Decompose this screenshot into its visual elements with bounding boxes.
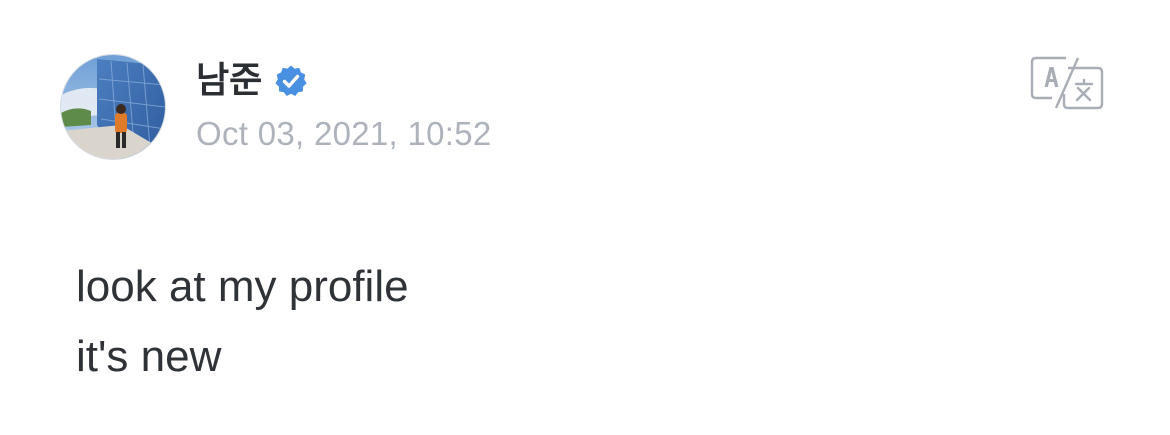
post-card: 남준 Oct 03, 2021, 10:52 look at my profil… [0, 0, 1170, 435]
author-block: 남준 [196, 56, 308, 106]
post-content-line-1: look at my profile [76, 262, 409, 311]
translate-icon [1030, 56, 1104, 110]
author-name[interactable]: 남준 [196, 56, 262, 106]
verified-badge-icon [274, 64, 308, 98]
post-timestamp: Oct 03, 2021, 10:52 [196, 115, 492, 152]
author-avatar[interactable] [60, 54, 166, 160]
translate-button[interactable] [1026, 54, 1108, 112]
post-content: look at my profile it's new [76, 252, 409, 392]
profile-photo-image [61, 55, 165, 159]
post-content-line-2: it's new [76, 332, 222, 381]
